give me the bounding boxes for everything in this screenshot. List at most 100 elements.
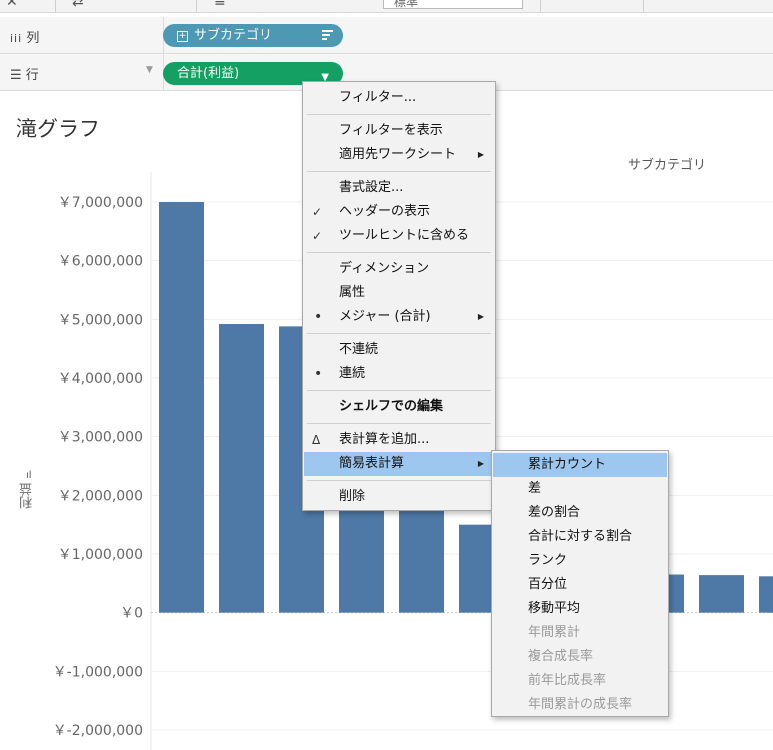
menu-item[interactable]: 削除 xyxy=(304,485,494,509)
check-icon: ✓ xyxy=(312,205,323,219)
menu-item[interactable]: Δ 表計算を追加... xyxy=(304,428,494,452)
menu-separator xyxy=(307,252,491,253)
swap-icon[interactable]: ⇄ xyxy=(72,0,84,10)
toolbar: ✕ ⇄ ≡ 標準 xyxy=(0,0,773,13)
sort-descending-icon[interactable] xyxy=(322,30,333,42)
menu-separator xyxy=(307,390,491,391)
submenu-item-label: 年間累計の成長率 xyxy=(528,697,633,712)
menu-item[interactable]: 簡易表計算 ▶ xyxy=(304,452,494,476)
menu-item[interactable]: 不連続 xyxy=(304,338,494,362)
menu-item[interactable]: 適用先ワークシート ▶ xyxy=(304,143,494,167)
submenu-item[interactable]: ランク xyxy=(493,549,667,573)
bar xyxy=(219,324,264,613)
sum-profit-pill-label: 合計(利益) xyxy=(177,66,240,81)
toolbar-divider xyxy=(540,0,541,12)
check-icon: ✓ xyxy=(312,229,323,243)
menu-item[interactable]: ディメンション xyxy=(304,257,494,281)
subcategory-pill[interactable]: + サブカテゴリ xyxy=(163,24,343,47)
submenu-item: 前年比成長率 xyxy=(493,669,667,693)
quick-table-calc-submenu: 累計カウント差差の割合合計に対する割合 ランク百分位移動平均年間累計複合成長率前年… xyxy=(491,450,669,717)
menu-item-label: シェルフでの編集 xyxy=(339,399,444,414)
y-tick-label: ￥-1,000,000 xyxy=(53,664,143,680)
y-tick-label: ￥5,000,000 xyxy=(58,312,143,328)
submenu-arrow-icon: ▶ xyxy=(477,312,484,321)
menu-item-label: フィルターを表示 xyxy=(339,123,443,138)
y-tick-label: ￥-2,000,000 xyxy=(53,723,143,739)
menu-item-label: ディメンション xyxy=(339,261,430,276)
bar-chart-icon: ıl xyxy=(26,470,32,481)
menu-separator xyxy=(307,423,491,424)
submenu-item: 年間累計の成長率 xyxy=(493,693,667,717)
submenu-item-label: ランク xyxy=(528,553,568,568)
clear-sheet-icon[interactable]: ✕ xyxy=(6,0,18,10)
y-tick-label: ￥3,000,000 xyxy=(58,430,143,446)
submenu-item-label: 累計カウント xyxy=(528,457,607,472)
submenu-item-label: 前年比成長率 xyxy=(528,673,607,688)
menu-item[interactable]: フィルターを表示 xyxy=(304,119,494,143)
columns-icon: iii xyxy=(10,32,23,45)
submenu-arrow-icon: ▶ xyxy=(477,150,484,159)
toolbar-divider xyxy=(196,0,197,12)
submenu-item[interactable]: 累計カウント xyxy=(493,453,667,477)
toolbar-divider xyxy=(55,0,56,12)
menu-separator xyxy=(307,333,491,334)
submenu-item-label: 差の割合 xyxy=(528,505,581,520)
bar xyxy=(339,501,384,613)
fit-combo-value: 標準 xyxy=(394,0,419,9)
menu-item-label: 連続 xyxy=(339,366,366,381)
menu-item[interactable]: 書式設定... xyxy=(304,176,494,200)
submenu-item-label: 合計に対する割合 xyxy=(528,529,633,544)
bullet-icon: • xyxy=(314,309,323,325)
bar xyxy=(159,202,204,613)
pill-context-menu: フィルター... フィルターを表示 適用先ワークシート ▶ 書式設定... ✓ ヘッダーの表… xyxy=(302,81,496,511)
menu-item-label: ツールヒントに含める xyxy=(339,228,470,243)
submenu-item-label: 移動平均 xyxy=(528,601,581,616)
y-tick-label: ￥7,000,000 xyxy=(58,195,143,211)
menu-item-label: 削除 xyxy=(339,489,366,504)
menu-item-label: ヘッダーの表示 xyxy=(339,204,431,219)
submenu-item-label: 差 xyxy=(528,481,542,496)
sort-ascending-icon[interactable]: ≡ xyxy=(214,0,226,10)
menu-separator xyxy=(307,480,491,481)
menu-item-label: 簡易表計算 xyxy=(339,456,405,471)
menu-item[interactable]: 属性 xyxy=(304,281,494,305)
submenu-item: 複合成長率 xyxy=(493,645,667,669)
submenu-item: 年間累計 xyxy=(493,621,667,645)
submenu-arrow-icon: ▶ xyxy=(477,459,484,468)
bullet-icon: • xyxy=(314,366,323,382)
menu-item[interactable]: • メジャー (合計) ▶ xyxy=(304,305,494,329)
submenu-item-label: 年間累計 xyxy=(528,625,581,640)
columns-shelf-label: iii 列 xyxy=(10,31,40,46)
y-tick-label: ￥1,000,000 xyxy=(58,547,143,563)
shelf-dropdown-icon[interactable]: ▼ xyxy=(146,65,153,75)
menu-item-label: 属性 xyxy=(339,285,366,300)
bar xyxy=(399,507,444,613)
submenu-item[interactable]: 差 xyxy=(493,477,667,501)
columns-shelf: iii 列 + サブカテゴリ xyxy=(0,17,773,54)
menu-item-label: メジャー (合計) xyxy=(339,309,431,324)
menu-item[interactable]: シェルフでの編集 xyxy=(304,395,494,419)
menu-item[interactable]: ✓ ツールヒントに含める xyxy=(304,224,494,248)
menu-item-label: 不連続 xyxy=(339,342,379,357)
y-tick-label: ￥0 xyxy=(120,606,143,622)
menu-item-label: 適用先ワークシート xyxy=(339,147,457,162)
menu-separator xyxy=(307,171,491,172)
menu-item-label: 書式設定... xyxy=(339,180,404,195)
menu-item-label: 表計算を追加... xyxy=(339,432,430,447)
submenu-item-label: 百分位 xyxy=(528,577,568,592)
submenu-item[interactable]: 移動平均 xyxy=(493,597,667,621)
menu-item[interactable]: フィルター... xyxy=(304,86,494,110)
menu-item[interactable]: • 連続 xyxy=(304,362,494,386)
submenu-item[interactable]: 合計に対する割合 xyxy=(493,525,667,549)
plus-box-icon: + xyxy=(177,31,188,42)
y-tick-label: ￥2,000,000 xyxy=(58,488,143,504)
rows-icon: ☰ xyxy=(10,68,22,83)
y-tick-label: ￥6,000,000 xyxy=(58,254,143,270)
submenu-item[interactable]: 差の割合 xyxy=(493,501,667,525)
menu-item[interactable]: ✓ ヘッダーの表示 xyxy=(304,200,494,224)
bar xyxy=(759,576,773,613)
subcategory-pill-label: サブカテゴリ xyxy=(194,28,273,43)
menu-separator xyxy=(307,114,491,115)
submenu-item[interactable]: 百分位 xyxy=(493,573,667,597)
fit-combo[interactable]: 標準 xyxy=(383,0,523,9)
